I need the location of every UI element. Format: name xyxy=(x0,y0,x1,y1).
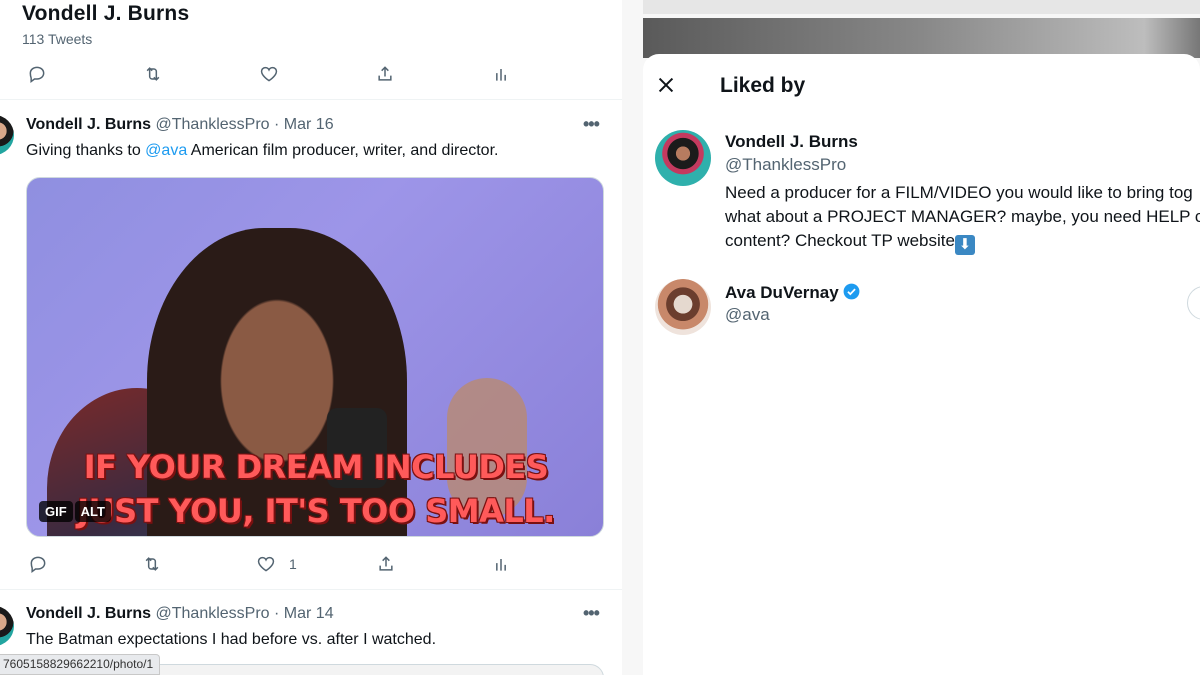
tweet-actions: 1 xyxy=(26,552,586,576)
verified-badge-icon xyxy=(843,283,860,300)
divider xyxy=(0,589,622,590)
user-name[interactable]: Vondell J. Burns xyxy=(725,132,858,152)
avatar[interactable] xyxy=(0,606,14,646)
like-count[interactable]: 1 xyxy=(289,556,297,572)
tweet-author-handle[interactable]: @ThanklessPro xyxy=(156,605,270,622)
tweet-text: The Batman expectations I had before vs.… xyxy=(26,631,437,648)
bio-line: Need a producer for a FILM/VIDEO you wou… xyxy=(725,183,1193,202)
tweet-date[interactable]: · Mar 14 xyxy=(274,605,334,622)
tweet-author-name[interactable]: Vondell J. Burns xyxy=(26,116,151,133)
user-handle[interactable]: @ThanklessPro xyxy=(725,155,846,175)
tweet-header: Vondell J. Burns @ThanklessPro · Mar 14 xyxy=(26,605,334,623)
tweet-count: 113 Tweets xyxy=(22,31,93,47)
retweet-icon[interactable] xyxy=(141,62,165,86)
bio-line: content? Checkout TP website ⬇ xyxy=(725,229,1200,255)
reply-icon[interactable] xyxy=(26,552,50,576)
analytics-icon[interactable] xyxy=(489,552,513,576)
tweet-date[interactable]: · Mar 16 xyxy=(274,116,334,133)
tweet-author-name[interactable]: Vondell J. Burns xyxy=(26,605,151,622)
tweet-header: Vondell J. Burns @ThanklessPro · Mar 16 xyxy=(26,116,334,134)
gif-caption-line1: IF YOUR DREAM INCLUDES xyxy=(83,448,549,486)
timeline-pane: Vondell J. Burns 113 Tweets Vondell J. B… xyxy=(0,0,622,675)
user-bio: Need a producer for a FILM/VIDEO you wou… xyxy=(725,181,1200,255)
like-icon[interactable] xyxy=(257,62,281,86)
bio-line: what about a PROJECT MANAGER? maybe, you… xyxy=(725,207,1200,226)
profile-name: Vondell J. Burns xyxy=(22,2,190,25)
divider xyxy=(0,99,622,100)
close-button[interactable] xyxy=(655,74,679,98)
bio-text: content? Checkout TP website xyxy=(725,231,955,250)
analytics-icon[interactable] xyxy=(489,62,513,86)
tweet-text-before: Giving thanks to xyxy=(26,142,146,159)
user-handle[interactable]: @ava xyxy=(725,305,770,325)
down-arrow-emoji-icon: ⬇ xyxy=(954,235,975,255)
modal-title: Liked by xyxy=(720,74,806,97)
background-strip xyxy=(643,0,1200,14)
gif-caption-line2: JUST YOU, IT'S TOO SMALL. xyxy=(77,492,555,530)
more-options-icon[interactable]: ••• xyxy=(583,114,600,135)
tweet-text-after: American film producer, writer, and dire… xyxy=(187,142,499,159)
more-options-icon[interactable]: ••• xyxy=(583,603,600,624)
share-icon[interactable] xyxy=(374,552,398,576)
avatar[interactable] xyxy=(655,279,711,335)
gif-badge[interactable]: GIF xyxy=(39,501,73,522)
background-photo xyxy=(643,18,1200,58)
tweet-actions xyxy=(25,62,585,86)
close-icon xyxy=(658,77,674,93)
tweet-author-handle[interactable]: @ThanklessPro xyxy=(156,116,270,133)
user-name[interactable]: Ava DuVernay xyxy=(725,282,861,303)
tweet-text: Giving thanks to @ava American film prod… xyxy=(26,142,498,160)
gif-scene xyxy=(147,228,407,536)
retweet-icon[interactable] xyxy=(140,552,164,576)
alt-badge[interactable]: ALT xyxy=(74,501,111,522)
user-name-text: Ava DuVernay xyxy=(725,283,839,302)
reply-icon[interactable] xyxy=(25,62,49,86)
mention-link[interactable]: @ava xyxy=(145,142,187,159)
tweet-gif[interactable]: IF YOUR DREAM INCLUDES JUST YOU, IT'S TO… xyxy=(26,177,604,537)
follow-button[interactable] xyxy=(1187,286,1200,320)
liked-by-modal: Liked by Vondell J. Burns @ThanklessPro … xyxy=(643,54,1200,675)
avatar[interactable] xyxy=(0,115,14,155)
share-icon[interactable] xyxy=(373,62,397,86)
avatar[interactable] xyxy=(655,130,711,186)
media-badges: GIF ALT xyxy=(39,501,111,522)
like-icon[interactable] xyxy=(254,552,278,576)
status-bar-url: 7605158829662210/photo/1 xyxy=(0,654,161,675)
